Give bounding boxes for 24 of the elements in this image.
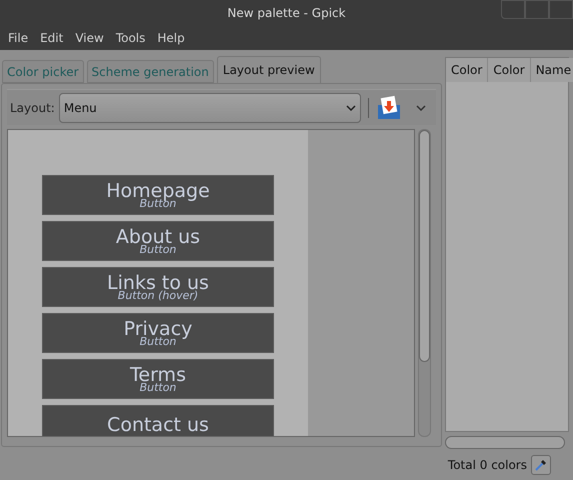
- window-button[interactable]: [501, 0, 525, 19]
- export-icon[interactable]: [376, 94, 402, 120]
- layout-dropdown[interactable]: Menu: [58, 92, 361, 122]
- layout-label: Layout:: [10, 100, 55, 116]
- chevron-icon: [346, 104, 356, 110]
- color-picker-button[interactable]: [531, 454, 551, 474]
- vertical-scrollbar[interactable]: [418, 129, 431, 437]
- chevron-icon[interactable]: [416, 104, 426, 110]
- menu-item[interactable]: Edit: [40, 28, 64, 46]
- menu-item[interactable]: File: [8, 28, 28, 46]
- column-header[interactable]: Name: [530, 58, 573, 82]
- menu-item[interactable]: View: [75, 28, 104, 46]
- column-header[interactable]: Color: [446, 58, 488, 82]
- status-text: Total 0 colors: [448, 456, 527, 474]
- menu-item[interactable]: Help: [157, 28, 185, 46]
- window-button[interactable]: [525, 0, 549, 19]
- column-header[interactable]: Color: [488, 58, 531, 82]
- scrollbar-thumb[interactable]: [419, 130, 430, 362]
- horizontal-scrollbar[interactable]: [445, 436, 565, 449]
- menu-item[interactable]: Tools: [116, 28, 146, 46]
- eyedropper-icon: [534, 458, 548, 472]
- tab[interactable]: Layout preview: [216, 56, 321, 83]
- window-button[interactable]: [549, 0, 573, 19]
- window-title: New palette - Gpick: [227, 4, 346, 22]
